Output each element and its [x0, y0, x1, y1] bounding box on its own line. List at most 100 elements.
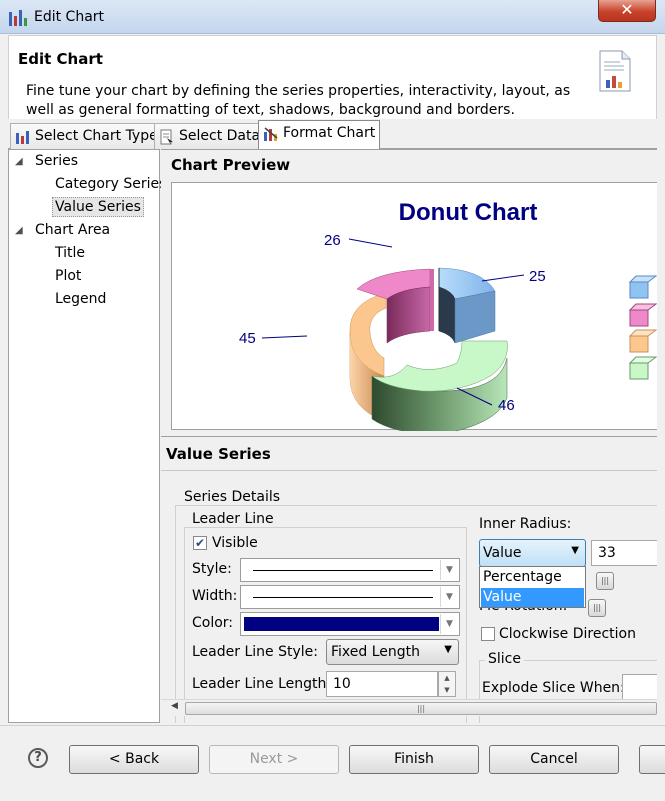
finish-button[interactable]: Finish	[349, 745, 479, 774]
option-percentage[interactable]: Percentage	[481, 568, 584, 587]
legend-swatch-blue	[628, 275, 657, 299]
format-panel: Chart Preview Donut Chart 26 25 45 46 Va…	[161, 149, 657, 723]
chart-preview: Donut Chart 26 25 45 46	[171, 182, 657, 436]
slider-thumb[interactable]: |||	[596, 572, 614, 590]
format-chart-icon	[264, 127, 278, 141]
next-button[interactable]: Next >	[209, 745, 339, 774]
legend-swatch-orange	[628, 329, 657, 353]
chevron-down-icon: ▼	[440, 587, 458, 607]
width-combo[interactable]: ▼	[240, 585, 460, 609]
tree-item-category-series[interactable]: Category Series	[53, 175, 168, 193]
tab-format-chart[interactable]: Format Chart	[258, 120, 381, 150]
style-label: Style:	[192, 561, 232, 577]
tree-item-series[interactable]: Series	[33, 152, 80, 170]
inner-radius-dropdown-list: Percentage Value	[479, 566, 586, 608]
leader-line-length-label: Leader Line Length:	[192, 676, 332, 692]
scrollbar-thumb[interactable]: |||	[185, 702, 657, 715]
value-series-section-title: Value Series	[166, 445, 271, 463]
data-label-46: 46	[498, 397, 515, 414]
tree-item-title[interactable]: Title	[53, 244, 87, 262]
option-value[interactable]: Value	[481, 588, 584, 607]
solid-line-preview	[253, 570, 433, 571]
inner-radius-label: Inner Radius:	[479, 516, 572, 532]
inner-radius-mode-value: Value	[483, 545, 522, 561]
color-swatch	[244, 617, 439, 631]
pie-rotation-slider-thumb[interactable]: |||	[588, 599, 606, 617]
explode-slice-label: Explode Slice When:	[482, 680, 625, 696]
data-label-45: 45	[239, 330, 256, 347]
close-button[interactable]: ✕	[598, 0, 656, 22]
tree-expanded-arrow[interactable]: ◢	[15, 156, 23, 167]
inner-radius-mode-combo[interactable]: Value ▼	[479, 539, 586, 567]
spin-down-icon[interactable]: ▼	[439, 684, 455, 696]
leader-line-length-input[interactable]: 10	[326, 671, 438, 697]
series-details-label: Series Details	[181, 489, 284, 505]
legend	[628, 275, 657, 380]
divider	[161, 470, 657, 471]
divider	[0, 725, 665, 726]
tree-item-legend[interactable]: Legend	[53, 290, 108, 308]
cancel-button[interactable]: Cancel	[489, 745, 619, 774]
leader-line	[261, 335, 308, 339]
window-title: Edit Chart	[34, 9, 105, 25]
header-description: Fine tune your chart by defining the ser…	[26, 83, 571, 118]
legend-swatch-green	[628, 356, 657, 380]
color-combo[interactable]: ▼	[240, 612, 460, 636]
scroll-left-icon[interactable]: ◀	[171, 701, 178, 711]
leader-line	[481, 274, 525, 282]
tree-expanded-arrow[interactable]: ◢	[15, 225, 23, 236]
style-combo[interactable]: ▼	[240, 558, 460, 582]
leader-line-style-label: Leader Line Style:	[192, 644, 318, 660]
horizontal-scrollbar[interactable]: ◀ |||	[161, 699, 657, 716]
title-bar: Edit Chart ✕	[0, 0, 665, 34]
caret-down-icon: ▼	[444, 644, 452, 655]
tab-label: Format Chart	[283, 125, 376, 141]
explode-slice-input[interactable]	[622, 674, 657, 700]
header-title: Edit Chart	[18, 50, 103, 68]
clockwise-checkbox[interactable]	[481, 627, 495, 641]
help-icon[interactable]: ?	[28, 748, 48, 768]
back-button[interactable]: < Back	[69, 745, 199, 774]
tree-item-plot[interactable]: Plot	[53, 267, 83, 285]
tab-bar: Select Chart Type Select Data Format Cha…	[8, 119, 657, 150]
extra-button-clipped[interactable]	[639, 745, 665, 774]
chart-preview-label: Chart Preview	[171, 156, 291, 174]
clockwise-label: Clockwise Direction	[499, 626, 636, 642]
line-width-preview	[253, 597, 433, 598]
select-data-icon	[160, 129, 173, 145]
chart-app-icon	[9, 10, 27, 26]
donut-chart: Donut Chart 26 25 45 46	[239, 199, 657, 436]
tree-item-value-series[interactable]: Value Series	[52, 197, 144, 217]
document-chart-icon	[599, 50, 631, 92]
tab-label: Select Data	[179, 128, 261, 144]
chart-type-icon	[16, 131, 29, 144]
chevron-down-icon: ▼	[440, 560, 458, 580]
leader-line-length-spinner[interactable]: ▲ ▼	[438, 671, 456, 697]
visible-label: Visible	[212, 535, 258, 551]
tab-select-chart-type[interactable]: Select Chart Type	[10, 123, 163, 149]
chevron-down-icon: ▼	[440, 614, 458, 634]
format-tree: ◢ Series Category Series Value Series ◢ …	[8, 149, 166, 723]
tab-label: Select Chart Type	[35, 128, 158, 144]
leader-line-style-value: Fixed Length	[331, 644, 421, 660]
color-label: Color:	[192, 615, 234, 631]
data-label-26: 26	[324, 232, 341, 249]
divider	[161, 436, 657, 437]
spin-up-icon[interactable]: ▲	[439, 672, 455, 684]
leader-line	[348, 238, 393, 248]
width-label: Width:	[192, 588, 238, 604]
wizard-header: Edit Chart Fine tune your chart by defin…	[8, 35, 657, 119]
tree-item-chart-area[interactable]: Chart Area	[33, 221, 112, 239]
visible-checkbox[interactable]: ✔	[193, 536, 207, 550]
slice-group-label: Slice	[485, 651, 524, 667]
data-label-25: 25	[529, 268, 546, 285]
tab-select-data[interactable]: Select Data	[154, 123, 266, 149]
caret-down-icon: ▼	[571, 545, 579, 556]
legend-swatch-pink	[628, 303, 657, 327]
slice-46	[371, 340, 508, 436]
slice-25	[438, 267, 496, 344]
inner-radius-input[interactable]: 33	[591, 540, 657, 566]
leader-line-style-combo[interactable]: Fixed Length ▼	[326, 639, 459, 665]
leader-line-group-label: Leader Line	[189, 511, 277, 527]
chart-title: Donut Chart	[399, 199, 538, 226]
